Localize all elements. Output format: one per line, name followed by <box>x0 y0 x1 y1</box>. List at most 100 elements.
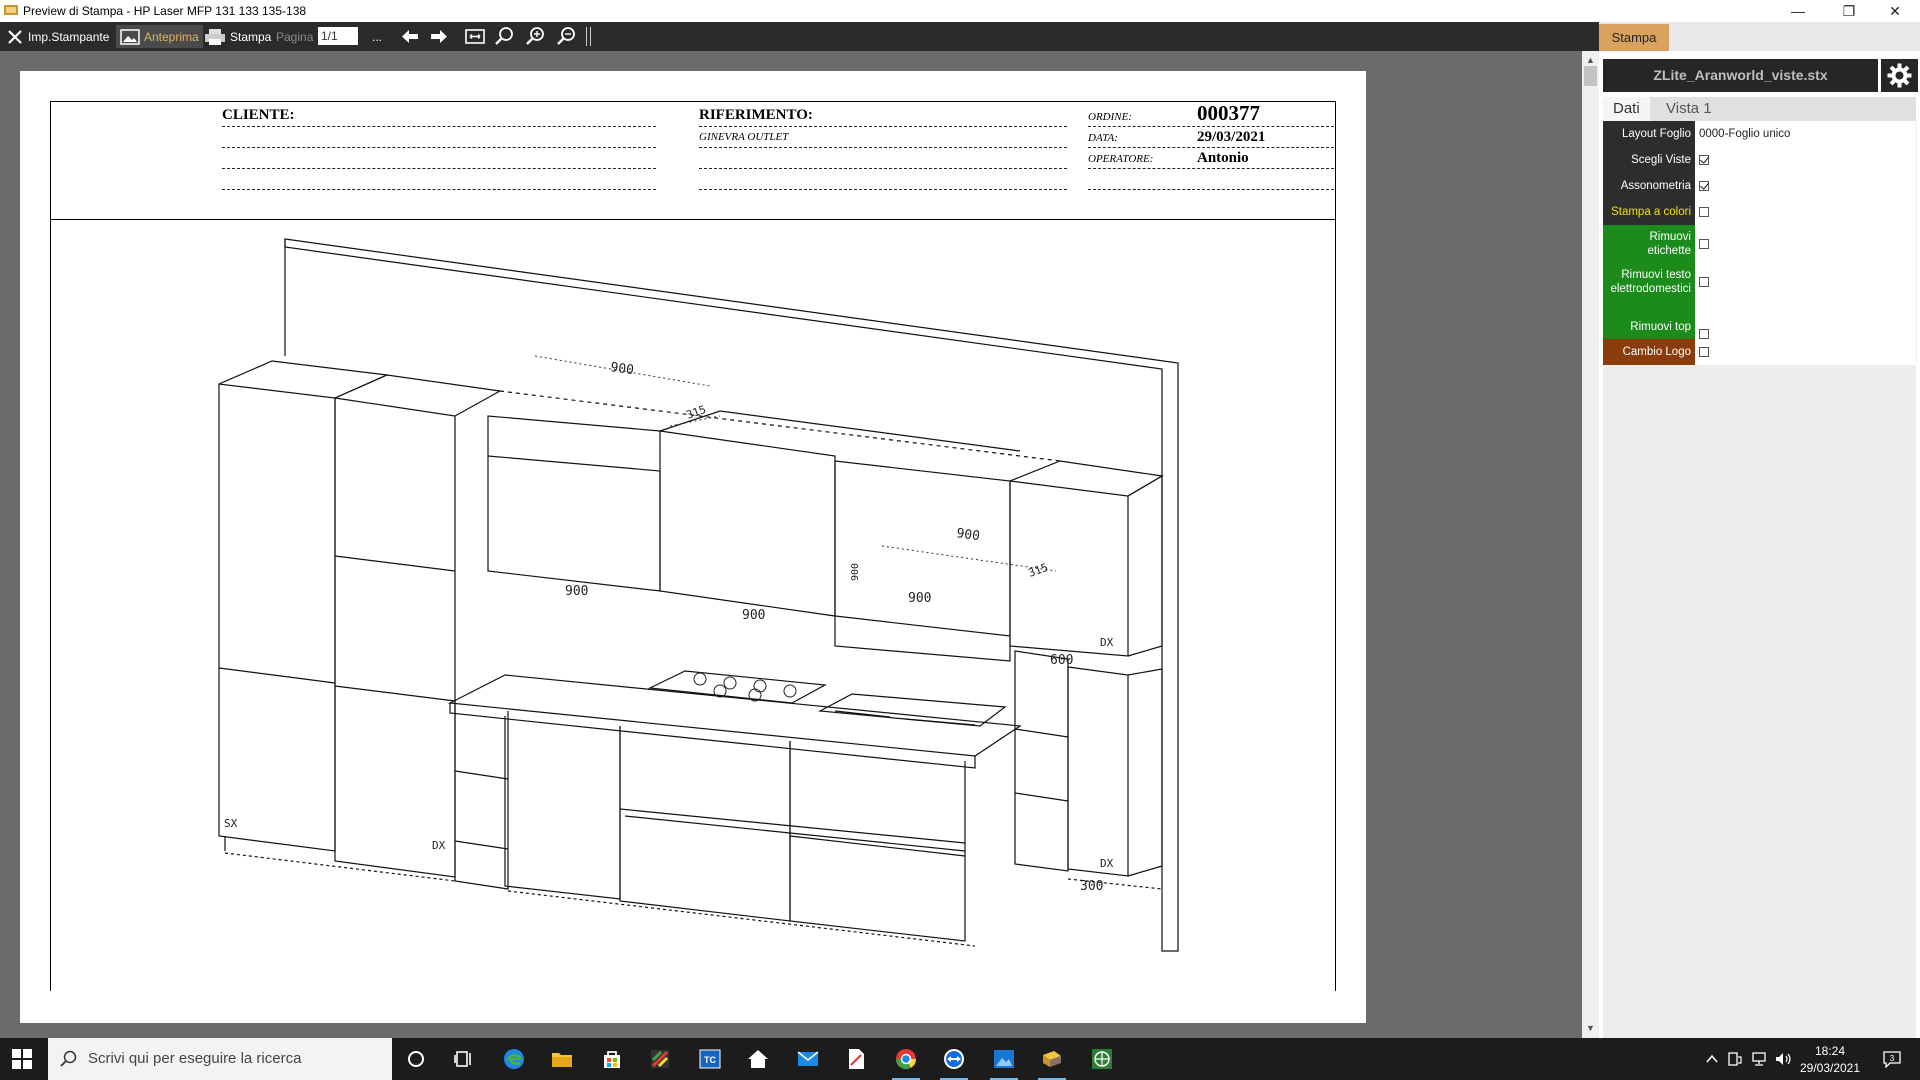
document-icon <box>849 1049 864 1069</box>
row-layout-foglio: Layout Foglio 0000-Foglio unico <box>1603 121 1916 147</box>
row-rimuovi-etichette: Rimuovi etichette <box>1603 225 1916 263</box>
notification-icon[interactable]: 3 <box>1882 1050 1902 1068</box>
search-icon <box>60 1050 77 1067</box>
row-rimuovi-top: Rimuovi top <box>1603 301 1916 339</box>
web-app[interactable] <box>1078 1038 1126 1080</box>
gear-icon <box>1887 63 1912 88</box>
tools-icon <box>8 29 22 44</box>
assonometria-checkbox[interactable] <box>1699 181 1709 191</box>
taskbar-search[interactable]: Scrivi qui per eseguire la ricerca <box>48 1038 392 1080</box>
edge-app[interactable] <box>490 1038 538 1080</box>
image-icon <box>120 28 140 45</box>
scroll-thumb[interactable] <box>1584 66 1597 86</box>
arrow-left-icon[interactable] <box>398 25 422 48</box>
layout-foglio-value[interactable]: 0000-Foglio unico <box>1699 121 1790 147</box>
cortana-button[interactable] <box>392 1038 440 1080</box>
arrow-right-icon[interactable] <box>427 25 451 48</box>
zoom-icon[interactable] <box>493 25 517 48</box>
dimension-label: 900 <box>850 563 861 581</box>
mail-app[interactable] <box>784 1038 832 1080</box>
side-label: DX <box>432 839 446 852</box>
chrome-app[interactable] <box>882 1038 930 1080</box>
printer-settings-label: Imp.Stampante <box>28 29 110 44</box>
file-explorer-app[interactable] <box>538 1038 586 1080</box>
stampa-a-colori-checkbox[interactable] <box>1699 207 1709 217</box>
tab-vista-1[interactable]: Vista 1 <box>1656 97 1722 121</box>
minimize-button[interactable]: — <box>1775 0 1821 22</box>
printer-settings-button[interactable]: Imp.Stampante <box>6 25 109 48</box>
sub-tabs: Dati Vista 1 <box>1603 97 1916 121</box>
document-app[interactable] <box>832 1038 880 1080</box>
task-view-button[interactable] <box>440 1038 488 1080</box>
side-label: DX <box>1100 857 1114 870</box>
zoom-out-icon[interactable] <box>555 25 579 48</box>
clock-date: 29/03/2021 <box>1799 1061 1861 1075</box>
network-icon[interactable] <box>1750 1051 1768 1067</box>
chevron-up-icon[interactable] <box>1706 1053 1718 1065</box>
tab-dati[interactable]: Dati <box>1603 97 1650 121</box>
settings-panel: Stampa ZLite_Aranworld_viste.stx Dati Vi… <box>1599 22 1920 1038</box>
row-label: Stampa a colori <box>1603 199 1695 225</box>
home-icon <box>748 1050 768 1068</box>
preview-button[interactable]: Anteprima <box>116 25 203 48</box>
rimuovi-top-checkbox[interactable] <box>1699 329 1709 339</box>
cambio-logo-checkbox[interactable] <box>1699 347 1709 357</box>
dimension-label: 900 <box>742 608 765 623</box>
row-assonometria: Assonometria <box>1603 173 1916 199</box>
task-view-icon <box>454 1051 471 1067</box>
more-button[interactable]: ... <box>372 25 382 48</box>
dimension-label: 900 <box>955 526 980 544</box>
clock[interactable]: 18:24 29/03/2021 <box>1780 1043 1880 1077</box>
preview-app-icon <box>1043 1051 1061 1067</box>
print-preview-app[interactable] <box>1028 1038 1076 1080</box>
search-placeholder: Scrivi qui per eseguire la ricerca <box>88 1050 302 1067</box>
dimension-label: 315 <box>1027 561 1050 580</box>
dimension-label: 315 <box>685 403 708 422</box>
vertical-scrollbar[interactable]: ▲ ▼ <box>1582 51 1599 1038</box>
store-icon <box>604 1051 620 1068</box>
row-label: Rimuovi top <box>1603 301 1695 339</box>
restore-button[interactable]: ❐ <box>1826 0 1872 22</box>
property-grid: Layout Foglio 0000-Foglio unico Scegli V… <box>1603 121 1917 365</box>
page-number-input[interactable]: 1/1 <box>318 27 358 45</box>
file-name: ZLite_Aranworld_viste.stx <box>1603 59 1878 92</box>
windows-start-icon[interactable] <box>12 1049 32 1069</box>
row-label: Scegli Viste <box>1603 147 1695 173</box>
scroll-up-arrow-icon[interactable]: ▲ <box>1586 55 1595 65</box>
row-cambio-logo: Cambio Logo <box>1603 339 1916 365</box>
rimuovi-testo-checkbox[interactable] <box>1699 277 1709 287</box>
color-palette-icon <box>651 1050 669 1068</box>
store-app[interactable] <box>588 1038 636 1080</box>
dimension-label: 900 <box>565 584 588 599</box>
teamviewer-app[interactable] <box>930 1038 978 1080</box>
cortana-icon <box>408 1051 424 1067</box>
preview-area: CLIENTE: RIFERIMENTO: GINEVRA OUTLET ORD… <box>0 51 1582 1038</box>
dimension-label: 300 <box>1080 879 1103 894</box>
window-title: Preview di Stampa - HP Laser MFP 131 133… <box>23 4 307 18</box>
preview-toolbar: Imp.Stampante Anteprima Stampa Pagina 1/… <box>0 22 1600 51</box>
title-bar: Preview di Stampa - HP Laser MFP 131 133… <box>0 0 1920 22</box>
zoom-in-icon[interactable] <box>524 25 548 48</box>
print-button[interactable]: Stampa <box>204 25 271 48</box>
dimension-label: 600 <box>1050 653 1073 668</box>
fit-page-icon[interactable] <box>463 25 487 48</box>
scegli-viste-checkbox[interactable] <box>1699 155 1709 165</box>
row-label: Layout Foglio <box>1603 121 1695 147</box>
tray-device-icon[interactable] <box>1726 1051 1742 1067</box>
tab-stampa[interactable]: Stampa <box>1599 24 1669 51</box>
colorful-app[interactable] <box>636 1038 684 1080</box>
rimuovi-etichette-checkbox[interactable] <box>1699 239 1709 249</box>
dimension-label: 900 <box>908 591 931 606</box>
edge-icon <box>504 1049 524 1069</box>
svg-text:TC: TC <box>704 1055 716 1065</box>
image-viewer-app[interactable] <box>980 1038 1028 1080</box>
row-label: Cambio Logo <box>1603 339 1695 365</box>
row-label: Rimuovi testo elettrodomestici <box>1603 263 1695 301</box>
scroll-down-arrow-icon[interactable]: ▼ <box>1586 1023 1595 1033</box>
kitchen-drawing: 900 315 900 900 900 315 600 300 900 900 … <box>218 238 1179 952</box>
total-commander-app[interactable]: TC <box>686 1038 734 1080</box>
globe-icon <box>1092 1049 1112 1069</box>
settings-button[interactable] <box>1881 59 1918 92</box>
close-button[interactable]: ✕ <box>1872 0 1918 22</box>
home-app[interactable] <box>734 1038 782 1080</box>
